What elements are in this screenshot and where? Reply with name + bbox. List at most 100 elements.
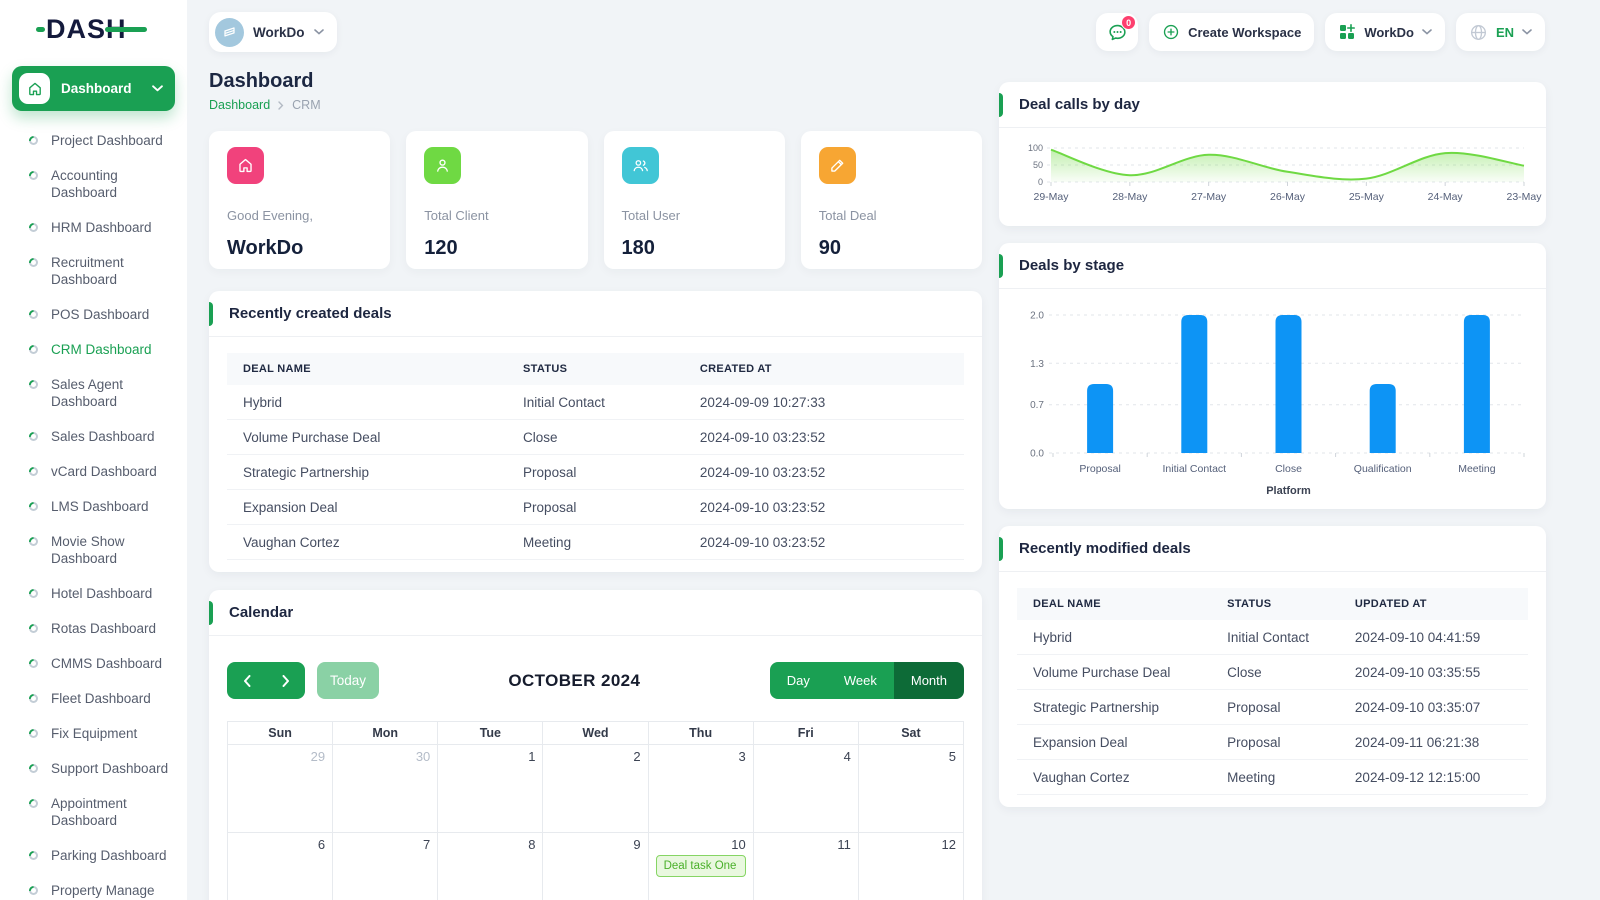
svg-text:25-May: 25-May	[1349, 191, 1385, 203]
sidebar-item-rotas-dashboard[interactable]: Rotas Dashboard	[0, 611, 187, 646]
stat-value: 90	[819, 237, 964, 260]
calendar-day-cell[interactable]: 9	[543, 833, 648, 900]
sidebar-item-project-dashboard[interactable]: Project Dashboard	[0, 123, 187, 158]
deals-by-stage-chart: 0.00.71.32.0ProposalInitial ContactClose…	[999, 289, 1546, 509]
calendar-day-cell[interactable]: 2	[543, 745, 648, 833]
workspace-label: WorkDo	[253, 25, 305, 40]
stats-row: Good Evening,WorkDoTotal Client120Total …	[209, 131, 982, 269]
workspace-avatar-building-icon	[215, 18, 244, 47]
calendar-card: Calendar Today OCTOBER 2024	[209, 590, 982, 900]
workspace-switcher[interactable]: WorkDo	[209, 12, 337, 52]
home-icon	[19, 73, 50, 104]
account-menu[interactable]: WorkDo	[1325, 13, 1445, 51]
recently-modified-deals-card: Recently modified deals DEAL NAMESTATUSU…	[999, 526, 1546, 807]
calendar-view-month-button[interactable]: Month	[894, 662, 964, 699]
table-cell: 2024-09-11 06:21:38	[1339, 725, 1528, 760]
table-cell: 2024-09-10 03:35:07	[1339, 690, 1528, 725]
calendar-view-week-button[interactable]: Week	[827, 662, 894, 699]
table-row[interactable]: Expansion DealProposal2024-09-11 06:21:3…	[1017, 725, 1528, 760]
sidebar-item-property-manage[interactable]: Property Manage	[0, 873, 187, 900]
calendar-day-cell[interactable]: 6	[228, 833, 333, 900]
table-row[interactable]: Strategic PartnershipProposal2024-09-10 …	[227, 455, 964, 490]
sidebar-item-crm-dashboard[interactable]: CRM Dashboard	[0, 332, 187, 367]
sidebar-group-label: Dashboard	[61, 81, 152, 96]
stat-card-good-evening: Good Evening,WorkDo	[209, 131, 390, 269]
sidebar-item-parking-dashboard[interactable]: Parking Dashboard	[0, 838, 187, 873]
calendar-day-cell[interactable]: 30	[333, 745, 438, 833]
calendar-day-cell[interactable]: 10Deal task One	[648, 833, 753, 900]
language-selector[interactable]: EN	[1456, 13, 1545, 51]
sidebar-item-appointment-dashboard[interactable]: Appointment Dashboard	[0, 786, 187, 838]
bullet-circle-icon	[29, 467, 38, 476]
calendar-day-number: 29	[235, 749, 325, 764]
sidebar-item-dashboard[interactable]: Dashboard	[12, 66, 175, 111]
create-workspace-button[interactable]: Create Workspace	[1149, 13, 1314, 51]
sidebar: DASH Dashboard Project DashboardAccounti…	[0, 0, 187, 900]
language-label: EN	[1496, 25, 1514, 40]
sidebar-item-fleet-dashboard[interactable]: Fleet Dashboard	[0, 681, 187, 716]
table-cell: Volume Purchase Deal	[227, 420, 507, 455]
calendar-day-cell[interactable]: 3	[648, 745, 753, 833]
calendar-day-cell[interactable]: 5	[858, 745, 963, 833]
sidebar-item-hrm-dashboard[interactable]: HRM Dashboard	[0, 210, 187, 245]
recently-created-deals-table: DEAL NAMESTATUSCREATED ATHybridInitial C…	[227, 353, 964, 560]
sidebar-nav: Project DashboardAccounting DashboardHRM…	[0, 117, 187, 900]
table-row[interactable]: Volume Purchase DealClose2024-09-10 03:3…	[1017, 655, 1528, 690]
calendar-day-header: Mon	[333, 722, 438, 745]
sidebar-item-vcard-dashboard[interactable]: vCard Dashboard	[0, 454, 187, 489]
calendar-week-row: 29 3012345	[228, 745, 964, 833]
bullet-circle-icon	[29, 310, 38, 319]
column-header: STATUS	[1211, 588, 1339, 620]
table-row[interactable]: HybridInitial Contact2024-09-10 04:41:59	[1017, 620, 1528, 655]
stat-label: Good Evening,	[227, 208, 372, 223]
calendar-day-cell[interactable]: 12	[858, 833, 963, 900]
column-header: STATUS	[507, 353, 684, 385]
table-row[interactable]: Strategic PartnershipProposal2024-09-10 …	[1017, 690, 1528, 725]
table-cell: 2024-09-10 03:23:52	[684, 525, 964, 560]
side-column: Deal calls by day 05010029-May28-May27-M…	[999, 70, 1546, 807]
table-cell: Hybrid	[227, 385, 507, 420]
sidebar-item-recruitment-dashboard[interactable]: Recruitment Dashboard	[0, 245, 187, 297]
calendar-grid: SunMonTueWedThuFriSat 293012345678910Dea…	[227, 721, 964, 900]
calendar-today-button[interactable]: Today	[317, 662, 379, 699]
calendar-day-header-row: SunMonTueWedThuFriSat	[228, 722, 964, 745]
table-cell: 2024-09-10 03:23:52	[684, 490, 964, 525]
calendar-next-button[interactable]	[266, 662, 305, 699]
chevron-right-icon	[278, 101, 284, 110]
calendar-day-cell[interactable]: 7	[333, 833, 438, 900]
calendar-day-cell[interactable]: 11	[753, 833, 858, 900]
calendar-day-cell[interactable]: 8	[438, 833, 543, 900]
sidebar-item-lms-dashboard[interactable]: LMS Dashboard	[0, 489, 187, 524]
sidebar-item-hotel-dashboard[interactable]: Hotel Dashboard	[0, 576, 187, 611]
sidebar-item-pos-dashboard[interactable]: POS Dashboard	[0, 297, 187, 332]
stat-label: Total Deal	[819, 208, 964, 223]
calendar-day-cell[interactable]: 1	[438, 745, 543, 833]
sidebar-item-accounting-dashboard[interactable]: Accounting Dashboard	[0, 158, 187, 210]
table-row[interactable]: Vaughan CortezMeeting2024-09-10 03:23:52	[227, 525, 964, 560]
sidebar-item-cmms-dashboard[interactable]: CMMS Dashboard	[0, 646, 187, 681]
calendar-day-number: 4	[761, 749, 851, 764]
stat-value: 120	[424, 237, 569, 260]
sidebar-item-support-dashboard[interactable]: Support Dashboard	[0, 751, 187, 786]
bullet-circle-icon	[29, 258, 38, 267]
table-row[interactable]: Volume Purchase DealClose2024-09-10 03:2…	[227, 420, 964, 455]
calendar-day-cell[interactable]: 29	[228, 745, 333, 833]
sidebar-item-sales-agent-dashboard[interactable]: Sales Agent Dashboard	[0, 367, 187, 419]
calendar-view-day-button[interactable]: Day	[770, 662, 827, 699]
table-row[interactable]: Expansion DealProposal2024-09-10 03:23:5…	[227, 490, 964, 525]
table-row[interactable]: HybridInitial Contact2024-09-09 10:27:33	[227, 385, 964, 420]
bullet-circle-icon	[29, 764, 38, 773]
calendar-day-cell[interactable]: 4	[753, 745, 858, 833]
card-header: Recently created deals	[209, 291, 982, 337]
sidebar-item-sales-dashboard[interactable]: Sales Dashboard	[0, 419, 187, 454]
sidebar-item-fix-equipment[interactable]: Fix Equipment	[0, 716, 187, 751]
brand-logo[interactable]: DASH	[0, 0, 187, 58]
breadcrumb-dashboard-link[interactable]: Dashboard	[209, 98, 270, 112]
bullet-circle-icon	[29, 624, 38, 633]
calendar-prev-button[interactable]	[227, 662, 266, 699]
table-row[interactable]: Vaughan CortezMeeting2024-09-12 12:15:00	[1017, 760, 1528, 795]
calendar-event[interactable]: Deal task One	[656, 855, 746, 877]
messages-button[interactable]: 0	[1096, 13, 1138, 51]
table-cell: Strategic Partnership	[227, 455, 507, 490]
sidebar-item-movie-show-dashboard[interactable]: Movie Show Dashboard	[0, 524, 187, 576]
